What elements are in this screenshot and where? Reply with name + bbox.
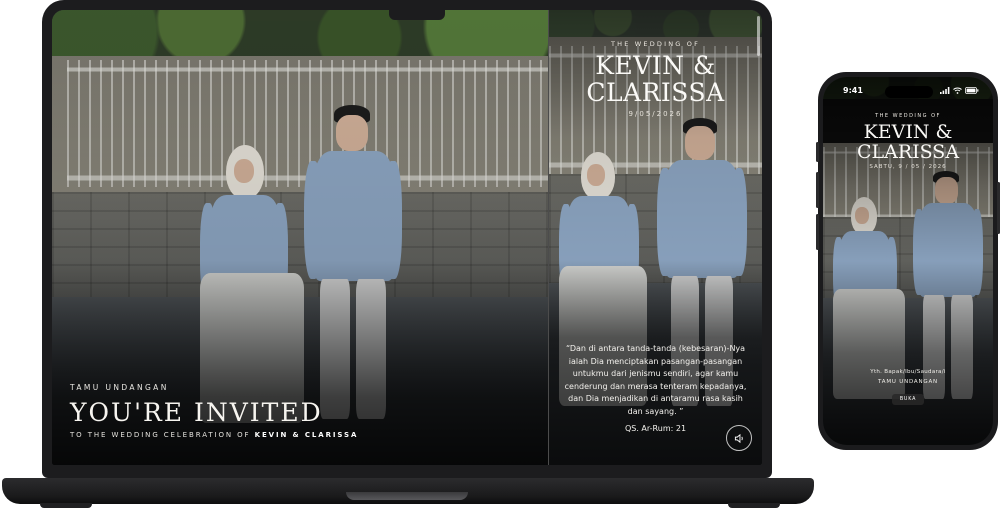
wifi-icon: [953, 87, 962, 94]
battery-icon: [965, 87, 979, 94]
laptop-screen: TAMU UNDANGAN YOU'RE INVITED TO THE WEDD…: [52, 10, 762, 465]
audio-toggle-button[interactable]: [726, 425, 752, 451]
dynamic-island: [885, 86, 933, 98]
phone-bride-name: CLARISSA: [856, 141, 960, 163]
hero-photo: TAMU UNDANGAN YOU'RE INVITED TO THE WEDD…: [52, 10, 548, 465]
laptop-opening-groove: [346, 492, 468, 500]
wedding-date: 9/05/2026: [628, 110, 683, 118]
invited-title: YOU'RE INVITED: [70, 398, 323, 427]
quran-verse: “Dan di antara tanda-tanda (kebesaran)-N…: [564, 344, 747, 416]
laptop-base: [2, 478, 814, 504]
phone-screen[interactable]: 9:41 THE WEDDING OF KEVIN & CLARISSA SAB…: [823, 77, 993, 445]
phone-wedding-of-label: THE WEDDING OF: [875, 113, 941, 119]
open-invitation-button[interactable]: BUKA: [891, 394, 925, 405]
phone-frame: 9:41 THE WEDDING OF KEVIN & CLARISSA SAB…: [816, 72, 1000, 450]
phone-guest-block: Yth. Bapak/Ibu/Saudara/i TAMU UNDANGAN B…: [823, 369, 993, 405]
subtitle-prefix: TO THE WEDDING CELEBRATION OF: [70, 431, 251, 439]
groom-figure: [304, 105, 404, 425]
invitation-text-block: TAMU UNDANGAN YOU'RE INVITED TO THE WEDD…: [70, 383, 358, 439]
subtitle-names: KEVIN & CLARISSA: [254, 431, 359, 439]
phone-couple-header: THE WEDDING OF KEVIN & CLARISSA SABTU, 9…: [823, 113, 993, 170]
addressee-label: Yth. Bapak/Ibu/Saudara/i: [870, 369, 946, 375]
cover-panel[interactable]: THE WEDDING OF KEVIN & CLARISSA 9/05/202…: [549, 10, 762, 465]
phone-guest-label: TAMU UNDANGAN: [878, 379, 938, 385]
couple-header: THE WEDDING OF KEVIN & CLARISSA 9/05/202…: [549, 40, 762, 118]
phone-wedding-date: SABTU, 9 / 05 / 2026: [869, 164, 947, 170]
status-icons: [940, 87, 979, 94]
status-time: 9:41: [843, 86, 863, 95]
guest-label: TAMU UNDANGAN: [70, 383, 169, 392]
celebration-subtitle: TO THE WEDDING CELEBRATION OF KEVIN & CL…: [70, 431, 358, 439]
wedding-of-label: THE WEDDING OF: [610, 40, 701, 48]
scrollbar[interactable]: [757, 16, 760, 56]
laptop-foot-left: [40, 503, 92, 508]
laptop-foot-right: [728, 503, 780, 508]
speaker-icon: [734, 433, 743, 443]
signal-icon: [940, 87, 950, 94]
phone-groom-name: KEVIN &: [863, 121, 953, 143]
groom-name: KEVIN &: [595, 51, 716, 80]
camera-notch: [389, 10, 445, 20]
bride-name: CLARISSA: [586, 78, 725, 107]
